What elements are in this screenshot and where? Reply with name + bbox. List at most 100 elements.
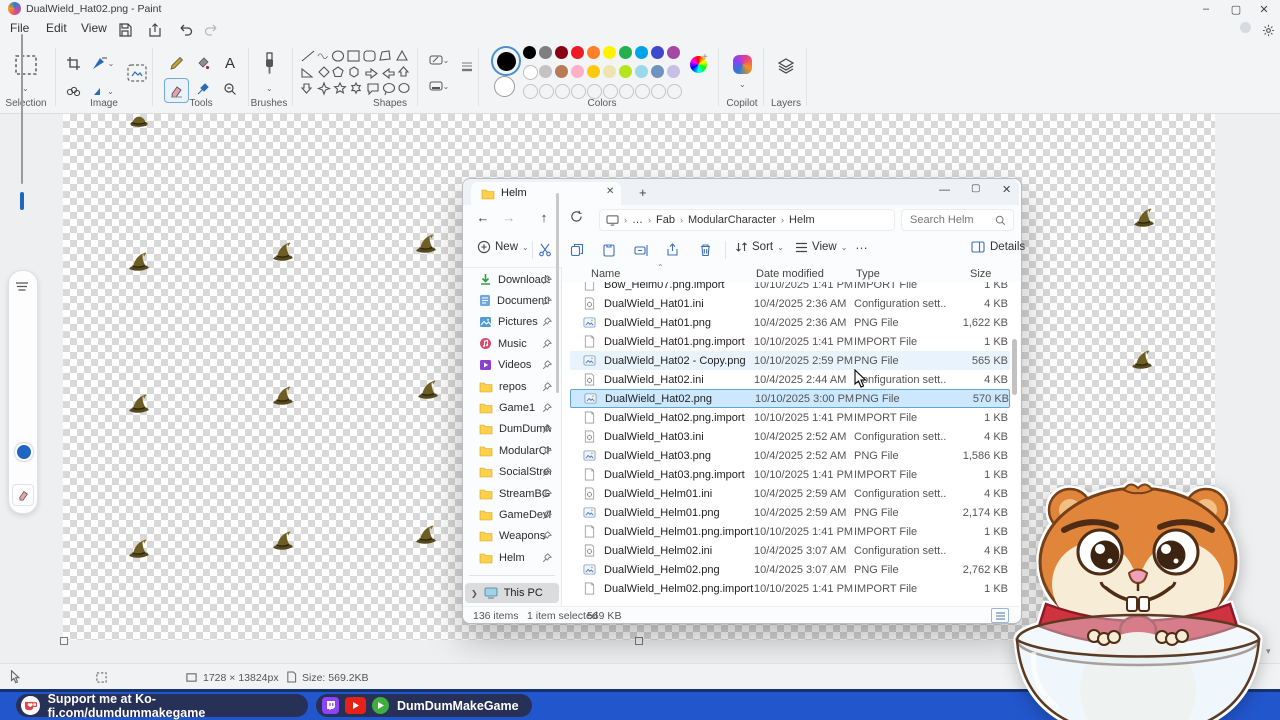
paint-close-button[interactable]: ✕ (1250, 0, 1278, 18)
column-type[interactable]: Type (856, 268, 880, 280)
file-row-DualWield_Hat03.png[interactable]: DualWield_Hat03.png 10/4/2025 2:52 AM PN… (570, 446, 1010, 465)
palette-empty-slot[interactable] (667, 84, 682, 99)
menu-edit[interactable]: Edit (44, 21, 69, 35)
sidebar-item-streambgm[interactable]: StreamBGM (467, 483, 555, 504)
sidebar-item-repos[interactable]: repos (467, 376, 555, 397)
palette-color[interactable] (667, 65, 680, 78)
palette-empty-slot[interactable] (539, 84, 554, 99)
eraser-small-icon[interactable] (12, 484, 34, 506)
kofi-pill[interactable]: Support me at Ko-fi.com/dumdummakegame (16, 692, 308, 720)
undo-icon[interactable] (175, 20, 195, 40)
share-icon[interactable] (145, 20, 165, 40)
palette-empty-slot[interactable] (651, 84, 666, 99)
palette-color[interactable] (635, 46, 648, 59)
settings-gear-icon[interactable] (1258, 20, 1278, 40)
ai-image-icon[interactable] (124, 60, 150, 86)
details-button[interactable]: Details (971, 241, 1025, 253)
breadcrumb-overflow[interactable]: … (632, 214, 643, 226)
shapes-gallery[interactable] (298, 47, 410, 97)
sidebar-item-downloads[interactable]: Downloads (467, 269, 555, 290)
nav-up-icon[interactable]: ↑ (534, 210, 554, 225)
palette-color[interactable] (555, 46, 568, 59)
canvas-resize-handle[interactable] (60, 637, 68, 645)
file-row-DualWield_Helm01.png[interactable]: DualWield_Helm01.png 10/4/2025 2:59 AM P… (570, 503, 1010, 522)
canvas-resize-handle[interactable] (635, 637, 643, 645)
palette-empty-slot[interactable] (555, 84, 570, 99)
paste-icon[interactable] (599, 241, 619, 259)
palette-color[interactable] (667, 46, 680, 59)
redo-icon[interactable] (201, 20, 221, 40)
palette-color[interactable] (539, 65, 552, 78)
pencil-tool-icon[interactable] (165, 52, 187, 74)
palette-color[interactable] (587, 46, 600, 59)
sidebar-item-videos[interactable]: Videos (467, 355, 555, 376)
column-date-modified[interactable]: Date modified (756, 268, 824, 280)
explorer-maximize-button[interactable]: ▢ (971, 183, 980, 194)
resize-icon[interactable]: ⌄ (88, 52, 118, 74)
palette-color[interactable] (539, 46, 552, 59)
chevron-down-icon[interactable]: ⌄ (266, 84, 273, 93)
file-row-DualWield_Hat03.png.import[interactable]: DualWield_Hat03.png.import 10/10/2025 1:… (570, 465, 1010, 484)
palette-color[interactable] (619, 46, 632, 59)
nav-refresh-icon[interactable] (566, 210, 586, 226)
file-list-scrollbar[interactable] (1012, 339, 1017, 395)
new-tab-icon[interactable]: + (639, 185, 647, 200)
file-row-DualWield_Hat02.png.import[interactable]: DualWield_Hat02.png.import 10/10/2025 1:… (570, 408, 1010, 427)
new-button[interactable]: New ⌄ (477, 240, 529, 254)
menu-file[interactable]: File (8, 21, 31, 35)
expand-chevron-icon[interactable]: ❯ (471, 589, 478, 598)
file-row-DualWield_Hat01.png.import[interactable]: DualWield_Hat01.png.import 10/10/2025 1:… (570, 332, 1010, 351)
size-slider-track[interactable] (21, 34, 23, 184)
color-picker-tool-icon[interactable] (192, 78, 214, 100)
breadcrumb[interactable]: › … › Fab › ModularCharacter › Helm (599, 209, 895, 231)
fill-tool-icon[interactable] (192, 52, 214, 74)
menu-view[interactable]: View (79, 21, 109, 35)
shape-fill-icon[interactable]: ⌄ (424, 77, 454, 95)
sidebar-item-gamedevma[interactable]: GameDevMa (467, 504, 555, 525)
chevron-down-icon[interactable]: ⌄ (739, 80, 746, 89)
breadcrumb-item-helm[interactable]: Helm (789, 214, 815, 226)
palette-empty-slot[interactable] (571, 84, 586, 99)
background-color-swatch[interactable] (494, 76, 515, 97)
nav-back-icon[interactable]: ← (473, 210, 493, 225)
more-options-button[interactable]: … (855, 237, 869, 252)
palette-color[interactable] (635, 65, 648, 78)
shape-outline-icon[interactable]: ⌄ (424, 51, 454, 69)
file-row-DualWield_Hat02.png[interactable]: DualWield_Hat02.png 10/10/2025 3:00 PM P… (570, 389, 1010, 408)
file-row-DualWield_Helm02.png.import[interactable]: DualWield_Helm02.png.import 10/10/2025 1… (570, 579, 1010, 598)
nav-forward-icon[interactable]: → (499, 210, 519, 225)
share-file-icon[interactable] (663, 241, 683, 259)
palette-color[interactable] (571, 46, 584, 59)
eraser-tool-icon[interactable] (164, 78, 189, 103)
sidebar-item-pictures[interactable]: Pictures (467, 312, 555, 333)
file-row-DualWield_Hat03.ini[interactable]: DualWield_Hat03.ini 10/4/2025 2:52 AM Co… (570, 427, 1010, 446)
palette-color[interactable] (651, 65, 664, 78)
sidebar-scrollbar[interactable] (556, 193, 559, 393)
sidebar-item-socialstream[interactable]: SocialStream (467, 462, 555, 483)
paint-minimize-button[interactable]: – (1192, 0, 1220, 18)
palette-color[interactable] (651, 46, 664, 59)
rename-icon[interactable] (631, 241, 651, 259)
crop-icon[interactable] (62, 52, 84, 74)
palette-color[interactable] (603, 65, 616, 78)
palette-color[interactable] (603, 46, 616, 59)
selection-tool[interactable] (12, 52, 40, 78)
sidebar-item-weapons[interactable]: Weapons (467, 526, 555, 547)
search-input[interactable]: Search Helm (901, 209, 1014, 231)
explorer-minimize-button[interactable]: — (939, 184, 950, 196)
magnifier-tool-icon[interactable] (219, 78, 241, 100)
file-row-DualWield_Hat01.png[interactable]: DualWield_Hat01.png 10/4/2025 2:36 AM PN… (570, 313, 1010, 332)
file-row-DualWield_Helm02.ini[interactable]: DualWield_Helm02.ini 10/4/2025 3:07 AM C… (570, 541, 1010, 560)
sidebar-item-documents[interactable]: Documents (467, 290, 555, 311)
file-row-DualWield_Helm02.png[interactable]: DualWield_Helm02.png 10/4/2025 3:07 AM P… (570, 560, 1010, 579)
breadcrumb-item-fab[interactable]: Fab (656, 214, 675, 226)
palette-color[interactable] (523, 46, 536, 59)
foreground-color-swatch[interactable] (491, 46, 521, 76)
sidebar-item-helm[interactable]: Helm (467, 547, 555, 568)
column-size[interactable]: Size (970, 268, 991, 280)
color-palette[interactable] (523, 46, 683, 104)
paint-maximize-button[interactable]: ▢ (1222, 0, 1250, 18)
file-row-DualWield_Hat02 - Copy.png[interactable]: DualWield_Hat02 - Copy.png 10/10/2025 2:… (570, 351, 1010, 370)
text-tool-icon[interactable]: A (219, 52, 241, 74)
file-row-DualWield_Hat02.ini[interactable]: DualWield_Hat02.ini 10/4/2025 2:44 AM Co… (570, 370, 1010, 389)
